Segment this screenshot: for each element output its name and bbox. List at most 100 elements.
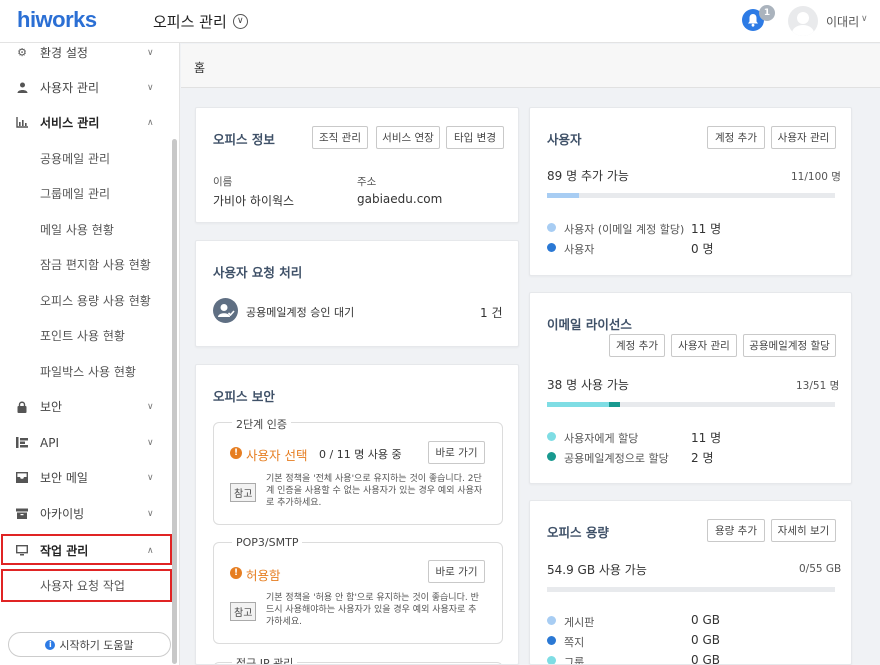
address-label: 주소 — [357, 176, 377, 188]
office-security-card: 오피스 보안 2단계 인증 ! 사용자 선택 0 / 11 명 사용 중 바로 … — [195, 364, 519, 665]
sidebar-subitem-office-storage[interactable]: 오피스 용량 사용 현황 — [0, 283, 175, 318]
gear-icon: ⚙ — [17, 46, 27, 59]
archive-icon — [16, 508, 28, 520]
sidebar-subitem-mail-usage[interactable]: 메일 사용 현황 — [0, 212, 175, 247]
sidebar-item-security[interactable]: 보안 ∨ — [0, 389, 175, 424]
sidebar-subitem-filebox[interactable]: 파일박스 사용 현황 — [0, 354, 175, 389]
pop3-status: 허용함 — [246, 568, 281, 583]
legend-value: 0 GB — [691, 613, 720, 627]
legend-value: 0 GB — [691, 633, 720, 647]
legend-dot — [547, 243, 556, 252]
sidebar-subitem-locked-mailbox[interactable]: 잠금 편지함 사용 현황 — [0, 247, 175, 282]
license-shared-fill — [609, 402, 621, 407]
chevron-up-icon: ∧ — [147, 117, 154, 128]
user-manage-button[interactable]: 사용자 관리 — [671, 334, 737, 357]
breadcrumb-home[interactable]: 홈 — [194, 59, 205, 76]
sidebar-subitem-points[interactable]: 포인트 사용 현황 — [0, 318, 175, 353]
sidebar-subitem-label: 파일박스 사용 현황 — [40, 365, 136, 379]
legend-label: 사용자 (이메일 계정 할당) — [564, 223, 685, 236]
chevron-down-icon: ∨ — [147, 508, 154, 519]
pending-approval-label[interactable]: 공용메일계정 승인 대기 — [246, 304, 354, 320]
chevron-down-icon: ∨ — [147, 47, 154, 58]
sidebar-item-label: 서비스 관리 — [40, 116, 100, 130]
legend-value: 11 명 — [691, 222, 722, 236]
sidebar-subitem-label: 잠금 편지함 사용 현황 — [40, 258, 151, 272]
pop3-go-button[interactable]: 바로 가기 — [428, 560, 485, 583]
help-button-label: 시작하기 도움말 — [59, 638, 134, 652]
license-usable: 38 명 사용 가능 — [547, 378, 629, 392]
sidebar-subitem-label: 포인트 사용 현황 — [40, 329, 125, 343]
add-account-button[interactable]: 계정 추가 — [609, 334, 665, 357]
ip-title: 접근 IP 관리 — [232, 655, 298, 664]
view-details-button[interactable]: 자세히 보기 — [771, 519, 836, 542]
info-icon: i — [45, 639, 56, 650]
type-change-button[interactable]: 타입 변경 — [446, 126, 504, 149]
sidebar-subitem-label: 공용메일 관리 — [40, 152, 111, 166]
app-title: 오피스 관리 — [153, 13, 227, 31]
warning-icon: ! — [230, 567, 242, 579]
sidebar-item-label: 보안 메일 — [40, 471, 88, 485]
sidebar-item-services[interactable]: 서비스 관리 ∧ — [0, 105, 175, 140]
office-info-card: 오피스 정보 조직 관리 서비스 연장 타입 변경 이름 가비아 하이웍스 주소… — [195, 107, 519, 223]
sidebar-scrollbar[interactable] — [172, 139, 177, 664]
org-manage-button[interactable]: 조직 관리 — [312, 126, 368, 149]
highlight-frame — [1, 569, 172, 602]
sidebar-item-archiving[interactable]: 아카이빙 ∨ — [0, 496, 175, 531]
two-factor-title: 2단계 인증 — [232, 416, 291, 432]
chevron-down-icon: ∨ — [147, 437, 154, 448]
license-ratio: 13/51 명 — [796, 380, 840, 392]
card-title: 사용자 요청 처리 — [213, 265, 303, 280]
legend-value: 0 명 — [691, 242, 714, 256]
card-title: 오피스 용량 — [547, 525, 609, 540]
legend-dot — [547, 223, 556, 232]
user-name[interactable]: 이대리 — [826, 13, 859, 30]
sidebar-subitem-shared-mail[interactable]: 공용메일 관리 — [0, 141, 175, 176]
api-icon — [16, 437, 28, 449]
legend-label: 사용자에게 할당 — [564, 432, 639, 445]
two-factor-go-button[interactable]: 바로 가기 — [428, 441, 485, 464]
lock-icon — [16, 401, 28, 413]
chevron-down-icon[interactable]: ∨ — [861, 14, 868, 24]
sidebar-subitem-group-mail[interactable]: 그룹메일 관리 — [0, 176, 175, 211]
user-manage-button[interactable]: 사용자 관리 — [771, 126, 836, 149]
storage-usable: 54.9 GB 사용 가능 — [547, 563, 647, 577]
breadcrumb: 홈 — [181, 44, 880, 88]
sidebar-item-label: 사용자 관리 — [40, 81, 100, 95]
legend-value: 11 명 — [691, 431, 722, 445]
notification-count-badge: 1 — [759, 5, 775, 21]
legend-label: 공용메일계정으로 할당 — [564, 452, 669, 465]
chevron-down-icon: ∨ — [147, 401, 154, 412]
sidebar-subitem-label: 그룹메일 관리 — [40, 187, 111, 201]
chevron-down-icon: ∨ — [147, 472, 154, 483]
legend-dot — [547, 616, 556, 625]
legend-value: 0 GB — [691, 653, 720, 665]
assign-shared-account-button[interactable]: 공용메일계정 할당 — [743, 334, 836, 357]
getting-started-help-button[interactable]: i 시작하기 도움말 — [8, 632, 171, 657]
user-requests-card: 사용자 요청 처리 공용메일계정 승인 대기 1 건 — [195, 240, 519, 347]
sidebar-item-label: API — [40, 435, 59, 450]
sidebar-item-users[interactable]: 사용자 관리 ∨ — [0, 70, 175, 105]
card-title: 이메일 라이선스 — [547, 317, 632, 332]
add-account-button[interactable]: 계정 추가 — [707, 126, 765, 149]
users-progress-fill — [547, 193, 579, 198]
users-ratio: 11/100 명 — [791, 171, 841, 183]
email-license-card: 이메일 라이선스 계정 추가 사용자 관리 공용메일계정 할당 38 명 사용 … — [529, 292, 852, 484]
storage-ratio: 0/55 GB — [799, 563, 842, 575]
avatar[interactable] — [788, 6, 818, 36]
service-extend-button[interactable]: 서비스 연장 — [376, 126, 440, 149]
sidebar-item-secure-mail[interactable]: 보안 메일 ∨ — [0, 460, 175, 495]
note-chip: 참고 — [230, 602, 257, 621]
app-title-selector[interactable]: 오피스 관리 ∨ — [153, 11, 248, 32]
pending-approval-count: 1 건 — [480, 306, 503, 320]
card-title: 오피스 정보 — [213, 132, 275, 147]
add-storage-button[interactable]: 용량 추가 — [707, 519, 765, 542]
legend-dot — [547, 656, 556, 664]
sidebar-item-settings[interactable]: ⚙ 환경 설정 ∨ — [0, 43, 175, 70]
warning-icon: ! — [230, 447, 242, 459]
office-name-value: 가비아 하이웍스 — [213, 194, 295, 208]
office-address-value: gabiaedu.com — [357, 192, 443, 206]
user-icon — [16, 82, 28, 94]
hiworks-logo[interactable]: hiworks — [17, 7, 97, 33]
sidebar-item-api[interactable]: API ∨ — [0, 425, 175, 460]
license-users-fill — [547, 402, 610, 407]
